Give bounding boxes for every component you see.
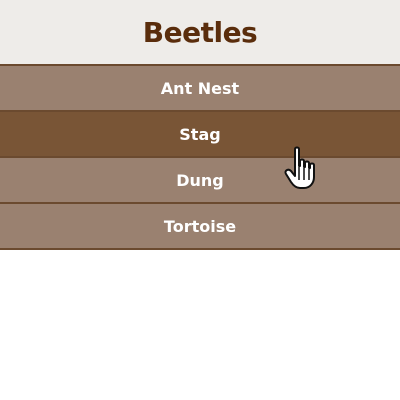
page-header: Beetles — [0, 0, 400, 64]
beetle-menu: Ant Nest Stag Dung Tortoise — [0, 64, 400, 250]
menu-item-label: Ant Nest — [160, 78, 240, 98]
menu-item-dung[interactable]: Dung — [0, 158, 400, 204]
menu-item-label: Tortoise — [163, 216, 237, 236]
menu-item-ant-nest[interactable]: Ant Nest — [0, 66, 400, 112]
menu-item-label: Stag — [179, 124, 221, 144]
hand-pointer-icon — [284, 146, 315, 189]
menu-item-label: Dung — [176, 170, 224, 190]
menu-item-tortoise[interactable]: Tortoise — [0, 204, 400, 250]
page: Beetles Ant Nest Stag Dung Tortoise — [0, 0, 400, 400]
page-title: Beetles — [142, 15, 258, 49]
menu-item-stag[interactable]: Stag — [0, 112, 400, 158]
